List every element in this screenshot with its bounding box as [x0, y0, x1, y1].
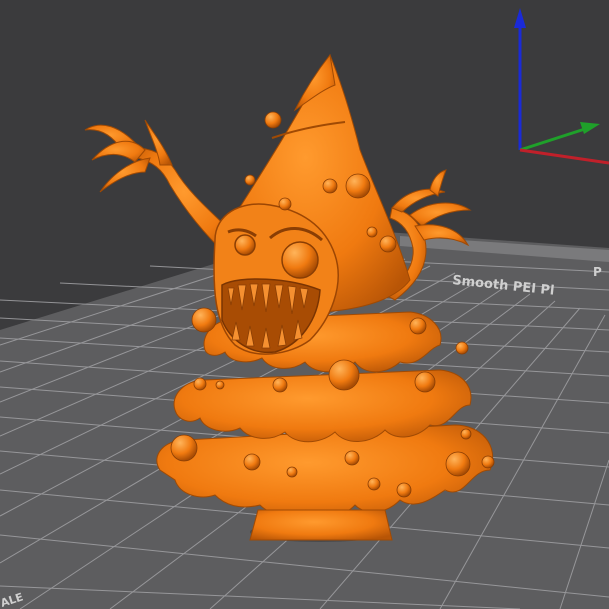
- ornament-ball-icon: [414, 371, 436, 393]
- build-plate-label-fragment: P: [593, 265, 602, 279]
- ornament-ball-icon: [481, 455, 495, 469]
- ornament-ball-icon: [344, 450, 360, 466]
- ornament-ball-icon: [193, 377, 207, 391]
- ornament-ball-icon: [322, 178, 338, 194]
- ornament-ball-icon: [286, 466, 298, 478]
- ornament-ball-icon: [170, 434, 198, 462]
- 3d-viewport[interactable]: Smooth PEI Pl P ALE: [0, 0, 609, 609]
- ornament-ball-icon: [345, 173, 371, 199]
- ornament-ball-icon: [379, 235, 397, 253]
- ornament-ball-icon: [366, 226, 378, 238]
- ornament-ball-icon: [409, 317, 427, 335]
- ornament-ball-icon: [396, 482, 412, 498]
- ornament-ball-icon: [455, 341, 469, 355]
- ornament-ball-icon: [244, 174, 256, 186]
- ornament-ball-icon: [272, 377, 288, 393]
- scene-canvas[interactable]: Smooth PEI Pl P ALE: [0, 0, 609, 609]
- ornament-ball-icon: [264, 111, 282, 129]
- ornament-ball-icon: [460, 428, 472, 440]
- left-eye-icon: [234, 234, 256, 256]
- ornament-ball-icon: [215, 380, 225, 390]
- ornament-ball-icon: [445, 451, 471, 477]
- ornament-ball-icon: [243, 453, 261, 471]
- right-eye-icon: [281, 241, 319, 279]
- ornament-ball-icon: [191, 307, 217, 333]
- ornament-ball-icon: [278, 197, 292, 211]
- ornament-ball-icon: [328, 359, 360, 391]
- ornament-ball-icon: [367, 477, 381, 491]
